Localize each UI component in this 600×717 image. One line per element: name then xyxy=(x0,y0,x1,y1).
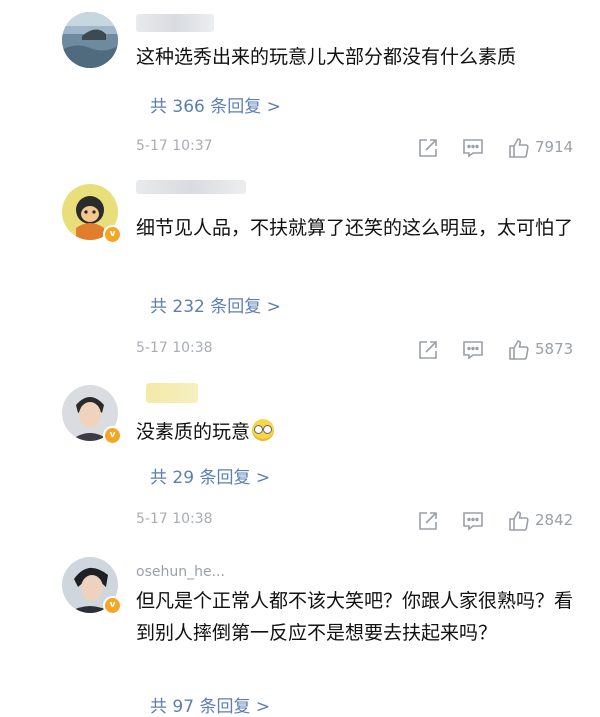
comment-meta: 5-17 10:38 5873 xyxy=(136,338,576,362)
username-obscured xyxy=(136,14,214,32)
comment-text-body: 没素质的玩意 xyxy=(136,421,251,443)
username-obscured xyxy=(136,180,246,194)
username-obscured xyxy=(146,383,198,403)
comment-icon[interactable] xyxy=(461,338,485,362)
username[interactable]: osehun_he... xyxy=(136,564,225,580)
like-count: 7914 xyxy=(535,138,574,156)
comment-text: 这种选秀出来的玩意儿大部分都没有什么素质 xyxy=(136,46,517,68)
avatar[interactable] xyxy=(62,12,118,68)
comment-text: 没素质的玩意 xyxy=(136,416,576,448)
like-count: 2842 xyxy=(535,511,574,529)
like-count: 5873 xyxy=(535,340,574,358)
comment-time: 5-17 10:38 xyxy=(136,340,213,356)
view-replies-link[interactable]: 共 29 条回复 > xyxy=(150,463,270,488)
view-replies-link[interactable]: 共 366 条回复 > xyxy=(150,92,281,117)
verified-badge: v xyxy=(103,225,122,244)
verified-badge: v xyxy=(103,596,122,615)
rolling-eyes-emoji xyxy=(252,419,275,441)
comment-meta: 5-17 10:37 7914 xyxy=(136,136,576,160)
comment-text: 细节见人品，不扶就算了还笑的这么明显，太可怕了 xyxy=(136,217,574,239)
comment-time: 5-17 10:38 xyxy=(136,511,213,527)
verified-badge: v xyxy=(103,426,122,445)
comment-meta: 5-17 10:38 2842 xyxy=(136,509,576,533)
comment-time: 5-17 10:37 xyxy=(136,138,213,154)
thumbs-up-icon[interactable] xyxy=(507,338,531,362)
view-replies-link[interactable]: 共 97 条回复 > xyxy=(150,692,270,717)
comment-icon[interactable] xyxy=(461,509,485,533)
thumbs-up-icon[interactable] xyxy=(507,136,531,160)
comment-icon[interactable] xyxy=(461,136,485,160)
thumbs-up-icon[interactable] xyxy=(507,509,531,533)
view-replies-link[interactable]: 共 232 条回复 > xyxy=(150,292,281,317)
share-icon[interactable] xyxy=(416,509,440,533)
comment-text: 但凡是个正常人都不该大笑吧？你跟人家很熟吗？看到别人摔倒第一反应不是想要去扶起来… xyxy=(136,590,574,644)
share-icon[interactable] xyxy=(416,338,440,362)
share-icon[interactable] xyxy=(416,136,440,160)
